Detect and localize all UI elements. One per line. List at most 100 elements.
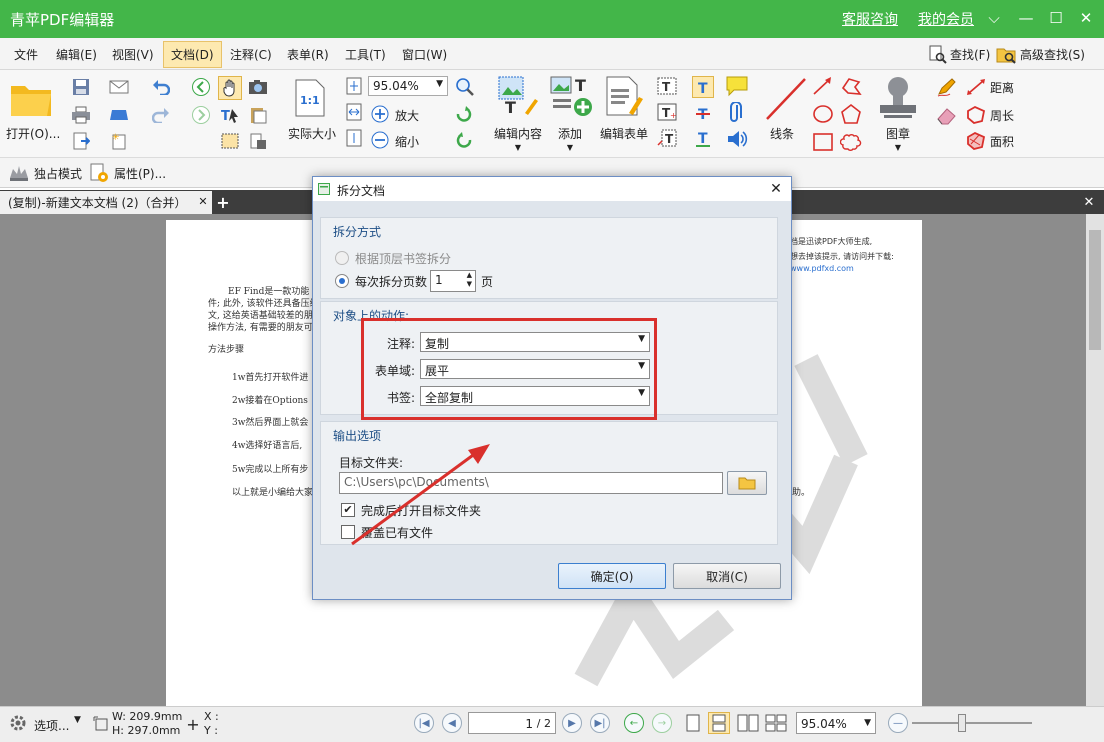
single-page-icon[interactable] [684, 713, 702, 733]
find-button[interactable]: 查找(F) [950, 46, 990, 63]
zoom-in-label[interactable]: 放大 [395, 107, 419, 124]
forward-icon[interactable]: → [652, 713, 672, 733]
fit-page-icon[interactable] [344, 76, 364, 96]
cancel-button[interactable]: 取消(C) [673, 563, 781, 589]
chevron-down-icon[interactable]: ⌵ [982, 6, 1006, 30]
distance-icon[interactable] [964, 76, 988, 98]
add-icon[interactable]: T [548, 74, 596, 118]
minimize-icon[interactable]: — [1014, 6, 1038, 30]
zoom-out-icon[interactable] [370, 130, 390, 150]
polygon-line-icon[interactable] [838, 74, 864, 98]
menu-document[interactable]: 文档(D) [163, 41, 222, 68]
cloud-icon[interactable] [838, 130, 864, 154]
redo-icon[interactable] [150, 104, 172, 126]
lines-label[interactable]: 线条 [770, 125, 794, 142]
dialog-title-bar[interactable]: 拆分文档 ✕ [313, 177, 791, 201]
service-link[interactable]: 客服咨询 [842, 9, 898, 29]
menu-comment[interactable]: 注释(C) [230, 46, 272, 63]
note-icon[interactable] [724, 74, 750, 98]
chevron-down-icon[interactable]: ▼ [74, 715, 81, 725]
menu-edit[interactable]: 编辑(E) [56, 46, 97, 63]
chevron-down-icon[interactable]: ▼ [564, 142, 576, 152]
zoom-slider[interactable] [912, 722, 1032, 724]
menu-view[interactable]: 视图(V) [112, 46, 154, 63]
rotate-cw-icon[interactable] [454, 104, 474, 124]
edit-form-label[interactable]: 编辑表单 [600, 125, 648, 142]
exclusive-mode-icon[interactable] [8, 162, 30, 184]
properties-button[interactable]: 属性(P)... [114, 165, 166, 182]
line-icon[interactable] [762, 74, 810, 124]
chevron-down-icon[interactable]: ▼ [512, 142, 524, 152]
dialog-close-icon[interactable]: ✕ [767, 180, 785, 198]
hand-tool-icon[interactable] [218, 76, 242, 100]
member-link[interactable]: 我的会员 [918, 9, 974, 29]
stamp-label[interactable]: 图章 [886, 125, 910, 142]
scan-icon[interactable] [108, 104, 130, 126]
arrow-icon[interactable] [810, 74, 836, 98]
zoom-select[interactable]: 95.04% ▼ [368, 76, 448, 96]
first-page-icon[interactable]: |◀ [414, 713, 434, 733]
save-icon[interactable] [70, 76, 92, 98]
attachment-icon[interactable] [724, 102, 750, 124]
close-icon[interactable]: ✕ [1074, 6, 1098, 30]
fit-width-icon[interactable] [344, 102, 364, 122]
rotate-ccw-icon[interactable] [454, 130, 474, 150]
edit-form-icon[interactable] [602, 74, 646, 118]
maximize-icon[interactable]: ☐ [1044, 6, 1068, 30]
text-box-icon[interactable]: T [656, 76, 678, 96]
area-icon[interactable] [964, 130, 988, 152]
find-icon[interactable] [926, 43, 948, 65]
by-bookmark-radio[interactable] [335, 251, 349, 265]
close-tab-icon[interactable]: ✕ [196, 194, 210, 208]
facing-continuous-icon[interactable] [764, 713, 788, 733]
strikeout-icon[interactable]: T [692, 102, 714, 124]
rectangle-icon[interactable] [810, 130, 836, 154]
exclusive-mode-button[interactable]: 独占模式 [34, 165, 82, 182]
zoom-tool-icon[interactable] [454, 76, 476, 98]
by-bookmark-label[interactable]: 根据顶层书签拆分 [355, 250, 451, 267]
email-icon[interactable] [108, 76, 130, 98]
pages-stepper[interactable]: 1 ▲ ▼ [430, 270, 476, 292]
status-zoom-select[interactable]: 95.04% ▼ [796, 712, 876, 734]
gear-icon[interactable] [8, 713, 28, 733]
typewriter-icon[interactable]: T + [656, 102, 678, 122]
prev-view-icon[interactable] [190, 76, 212, 98]
export-icon[interactable] [70, 130, 92, 152]
prev-page-icon[interactable]: ◀ [442, 713, 462, 733]
open-label[interactable]: 打开(O)... [6, 125, 60, 142]
document-tab[interactable]: (复制)-新建文本文档 (2)（合并） [0, 191, 212, 214]
actual-size-icon[interactable]: 1:1 [292, 76, 328, 120]
ok-button[interactable]: 确定(O) [558, 563, 666, 589]
per-pages-radio[interactable] [335, 274, 349, 288]
undo-icon[interactable] [150, 76, 172, 98]
edit-content-label[interactable]: 编辑内容 [494, 125, 542, 142]
add-label[interactable]: 添加 [558, 125, 582, 142]
new-tab-icon[interactable]: + [214, 193, 232, 212]
open-folder-icon[interactable] [8, 76, 56, 120]
menu-file[interactable]: 文件 [14, 46, 38, 63]
zoom-out-label[interactable]: 缩小 [395, 133, 419, 150]
continuous-page-icon[interactable] [708, 712, 730, 734]
properties-icon[interactable] [88, 162, 110, 184]
zoom-slider-handle[interactable] [958, 714, 966, 732]
print-icon[interactable] [70, 104, 92, 126]
zoom-out-icon[interactable]: — [888, 713, 908, 733]
pencil-icon[interactable] [934, 76, 960, 98]
menu-tools[interactable]: 工具(T) [345, 46, 386, 63]
callout-icon[interactable]: T [656, 128, 678, 148]
menu-form[interactable]: 表单(R) [287, 46, 329, 63]
advanced-find-icon[interactable] [995, 43, 1017, 65]
doc-notice-link[interactable]: www.pdfxd.com [790, 264, 854, 273]
advanced-find-button[interactable]: 高级查找(S) [1020, 46, 1085, 63]
scrollbar-thumb[interactable] [1089, 230, 1101, 350]
close-all-tabs-icon[interactable]: ✕ [1080, 193, 1098, 211]
options-button[interactable]: 选项... [34, 717, 69, 734]
polygon-icon[interactable] [838, 102, 864, 126]
new-icon[interactable]: ✳ [108, 130, 130, 152]
actual-size-label[interactable]: 实际大小 [288, 125, 336, 142]
highlight-text-icon[interactable]: T [692, 76, 714, 98]
last-page-icon[interactable]: ▶| [590, 713, 610, 733]
perimeter-label[interactable]: 周长 [990, 107, 1014, 124]
stepper-arrows-icon[interactable]: ▲ ▼ [467, 271, 472, 289]
distance-label[interactable]: 距离 [990, 79, 1014, 96]
